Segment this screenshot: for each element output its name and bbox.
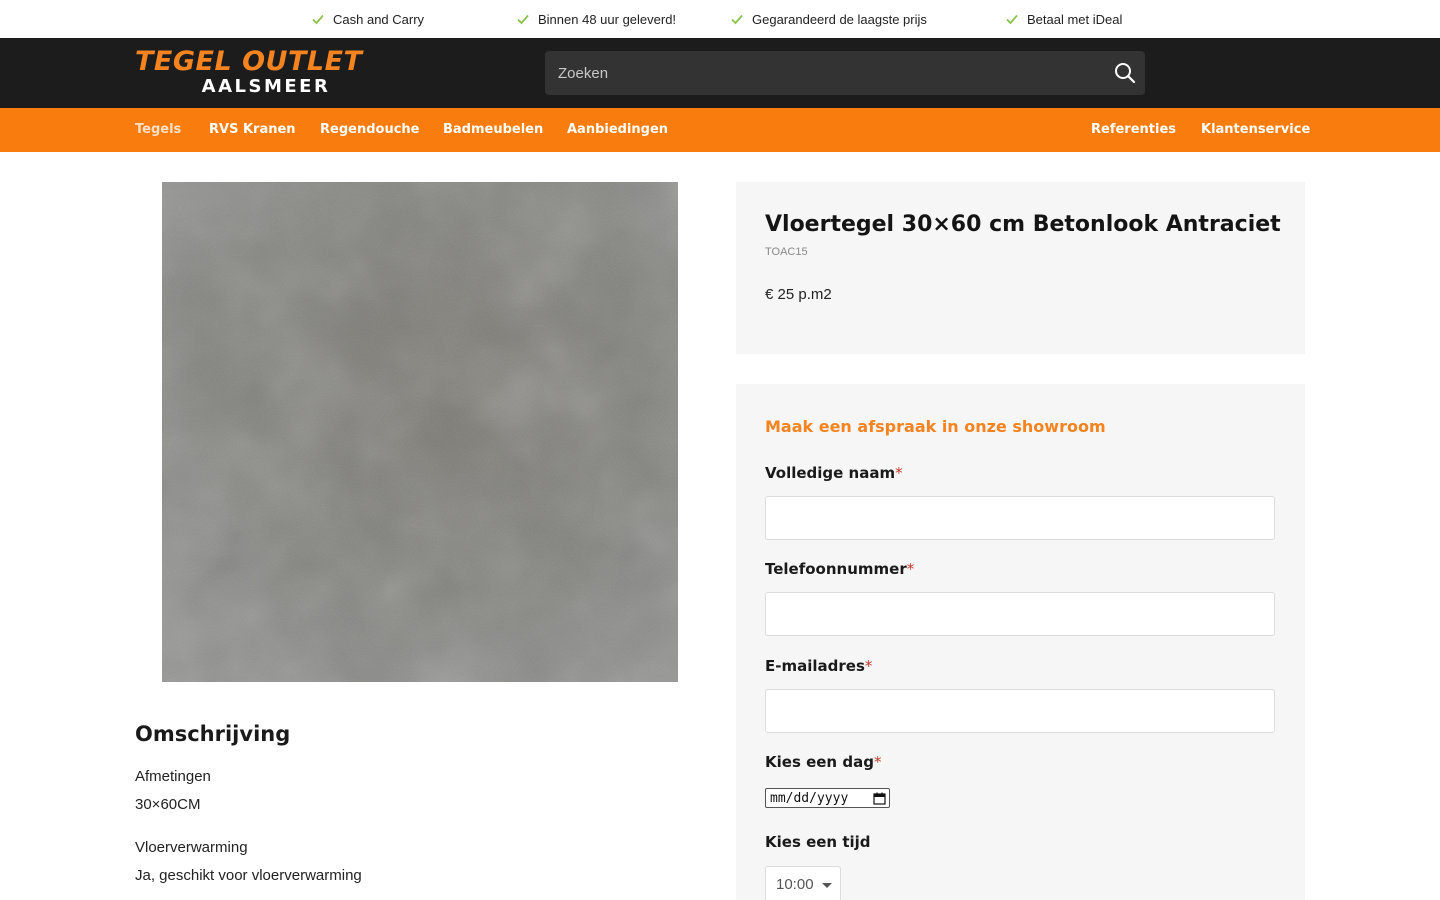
required-marker: * [895,464,903,482]
nav-item-aanbiedingen[interactable]: Aanbiedingen [567,108,668,152]
time-select-value: 10:00 [776,875,814,893]
day-label-text: Kies een dag [765,753,874,771]
logo-text-bottom: AALSMEER [201,76,331,97]
nav-item-klantenservice[interactable]: Klantenservice [1201,108,1310,152]
main-nav: Tegels RVS Kranen Regendouche Badmeubele… [0,108,1440,152]
description-line: Vloerverwarming [135,839,248,856]
search-icon[interactable] [1113,61,1137,85]
nav-item-rvs-kranen[interactable]: RVS Kranen [209,108,296,152]
description-line: Ja, geschikt voor vloerverwarming [135,867,362,884]
required-marker: * [906,560,915,578]
date-picker-input[interactable]: mm/dd/yyyy [765,788,890,808]
nav-item-tegels[interactable]: Tegels [135,108,181,152]
date-placeholder: mm/dd/yyyy [770,790,849,806]
email-field[interactable] [765,689,1275,733]
phone-field[interactable] [765,592,1275,636]
required-marker: * [873,753,882,771]
phone-label-text: Telefoonnummer [765,560,907,578]
time-select[interactable]: 10:00 [765,866,841,900]
logo-text-top: TEGEL OUTLET [135,46,363,77]
name-label: Volledige naam* [765,464,903,482]
calendar-icon[interactable] [873,792,886,805]
product-price: € 25 p.m2 [765,286,832,303]
description-line: Afmetingen [135,768,211,785]
name-label-text: Volledige naam [765,464,896,482]
nav-item-regendouche[interactable]: Regendouche [320,108,419,152]
phone-label: Telefoonnummer* [765,560,914,578]
product-sku: TOAC15 [765,246,808,258]
usp-label: Gegarandeerd de laagste prijs [752,11,927,27]
required-marker: * [864,657,873,675]
usp-item: Binnen 48 uur geleverd! [516,0,676,38]
nav-item-badmeubelen[interactable]: Badmeubelen [443,108,543,152]
appointment-form-card: Maak een afspraak in onze showroom Volle… [736,384,1305,900]
time-label: Kies een tijd [765,833,871,851]
description-title: Omschrijving [135,722,291,746]
usp-bar: Cash and Carry Binnen 48 uur geleverd! G… [0,0,1440,38]
usp-item: Cash and Carry [311,0,424,38]
email-label-text: E-mailadres [765,657,865,675]
email-label: E-mailadres* [765,657,872,675]
check-icon [312,14,324,25]
nav-item-referenties[interactable]: Referenties [1091,108,1176,152]
usp-label: Binnen 48 uur geleverd! [538,11,677,27]
usp-item: Betaal met iDeal [1005,0,1122,38]
search-bar [545,51,1145,95]
usp-label: Cash and Carry [333,11,425,27]
product-image[interactable] [162,182,678,682]
site-logo[interactable]: TEGEL OUTLET AALSMEER [135,48,387,100]
site-header: TEGEL OUTLET AALSMEER [0,38,1440,108]
usp-label: Betaal met iDeal [1027,11,1123,27]
product-title: Vloertegel 30×60 cm Betonlook Antraciet [765,212,1281,237]
check-icon [1006,14,1018,25]
tile-texture-image [162,182,678,682]
chevron-down-icon [822,883,832,888]
day-label: Kies een dag* [765,753,881,771]
search-input[interactable] [545,51,1105,95]
full-name-field[interactable] [765,496,1275,540]
description-line: 30×60CM [135,796,201,813]
product-info-card: Vloertegel 30×60 cm Betonlook Antraciet … [736,182,1305,354]
check-icon [517,14,529,25]
usp-item: Gegarandeerd de laagste prijs [730,0,927,38]
form-title: Maak een afspraak in onze showroom [765,417,1106,436]
check-icon [731,14,743,25]
